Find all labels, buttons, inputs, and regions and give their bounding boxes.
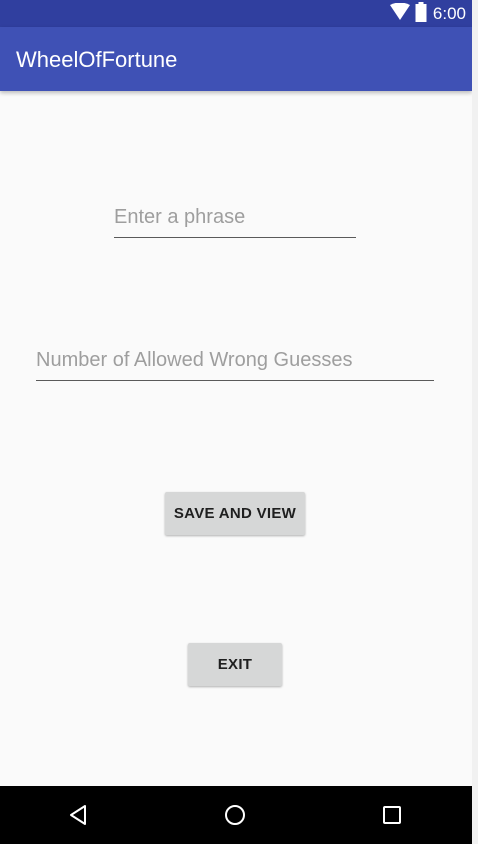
app-title: WheelOfFortune xyxy=(16,47,178,72)
phrase-input[interactable] xyxy=(114,197,356,237)
screen-edge xyxy=(472,0,478,844)
battery-icon xyxy=(415,1,427,27)
save-and-view-button[interactable]: SAVE AND VIEW xyxy=(165,492,305,535)
status-bar: 6:00 xyxy=(0,0,472,27)
wrong-guesses-input[interactable] xyxy=(36,340,434,380)
phrase-field xyxy=(114,197,356,238)
device-screen: 6:00 WheelOfFortune SAVE AND VIEW EXIT xyxy=(0,0,472,844)
navigation-bar xyxy=(0,786,472,844)
exit-button[interactable]: EXIT xyxy=(188,643,282,686)
wifi-icon xyxy=(389,2,411,26)
status-time: 6:00 xyxy=(432,4,466,23)
wrong-guesses-field xyxy=(36,340,434,381)
app-bar: WheelOfFortune xyxy=(0,27,472,91)
home-icon[interactable] xyxy=(220,800,250,830)
status-icons: 6:00 xyxy=(389,1,466,27)
back-icon[interactable] xyxy=(63,800,93,830)
recent-apps-icon[interactable] xyxy=(377,800,407,830)
